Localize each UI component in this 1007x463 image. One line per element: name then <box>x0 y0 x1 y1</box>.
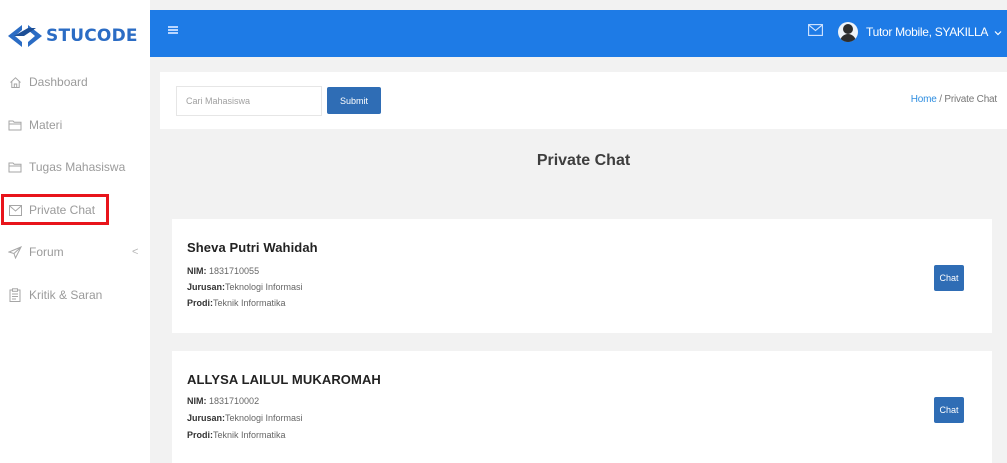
sidebar-item-label: Kritik & Saran <box>29 288 103 302</box>
chevron-left-icon[interactable]: < <box>132 246 138 258</box>
student-prodi: Prodi:Teknik Informatika <box>187 430 286 440</box>
avatar[interactable] <box>838 22 858 42</box>
top-navbar: Tutor Mobile, SYAKILLA <box>150 10 1007 57</box>
submit-button[interactable]: Submit <box>327 87 381 114</box>
mail-icon[interactable] <box>808 23 823 41</box>
sidebar: STUCODE Dashboard Materi Tugas Mahasiswa… <box>0 0 150 463</box>
sidebar-item-tugas-mahasiswa[interactable]: Tugas Mahasiswa <box>8 155 125 179</box>
folder-icon <box>8 160 22 174</box>
code-brackets-icon <box>8 25 42 47</box>
search-panel: Submit Home / Private Chat <box>160 72 1007 129</box>
hamburger-icon[interactable] <box>168 26 178 34</box>
sidebar-item-label: Dashboard <box>29 75 88 89</box>
home-icon <box>8 75 22 89</box>
sidebar-item-materi[interactable]: Materi <box>8 113 62 137</box>
brand-logo[interactable]: STUCODE <box>8 14 144 58</box>
student-prodi: Prodi:Teknik Informatika <box>187 298 286 308</box>
student-nim: NIM: 1831710055 <box>187 266 260 276</box>
sidebar-item-label: Tugas Mahasiswa <box>29 160 126 174</box>
student-nim: NIM: 1831710002 <box>187 396 260 406</box>
folder-icon <box>8 118 22 132</box>
chat-button[interactable]: Chat <box>934 397 964 423</box>
student-name: Sheva Putri Wahidah <box>187 240 318 255</box>
breadcrumb-current: Private Chat <box>944 94 997 105</box>
user-name: Tutor Mobile, SYAKILLA <box>866 25 988 39</box>
sidebar-item-forum[interactable]: Forum < <box>8 240 138 264</box>
breadcrumb: Home / Private Chat <box>911 94 997 105</box>
highlight-box <box>1 194 109 225</box>
student-card: ALLYSA LAILUL MUKAROMAH NIM: 1831710002 … <box>172 351 992 463</box>
chevron-down-icon <box>994 30 1001 36</box>
breadcrumb-home-link[interactable]: Home <box>911 94 937 105</box>
student-jurusan: Jurusan:Teknologi Informasi <box>187 413 303 423</box>
user-menu[interactable]: Tutor Mobile, SYAKILLA <box>866 25 1002 39</box>
search-input[interactable] <box>176 86 322 116</box>
page-title: Private Chat <box>536 152 631 169</box>
student-card: Sheva Putri Wahidah NIM: 1831710055 Juru… <box>172 219 992 333</box>
student-jurusan: Jurusan:Teknologi Informasi <box>187 282 303 292</box>
clipboard-icon <box>8 288 22 302</box>
sidebar-item-dashboard[interactable]: Dashboard <box>8 70 88 94</box>
send-icon <box>8 245 22 259</box>
student-name: ALLYSA LAILUL MUKAROMAH <box>187 372 381 387</box>
sidebar-item-label: Forum <box>29 245 64 259</box>
sidebar-item-kritik-saran[interactable]: Kritik & Saran <box>8 283 102 307</box>
sidebar-item-label: Materi <box>29 118 63 132</box>
brand-name: STUCODE <box>46 26 138 46</box>
chat-button[interactable]: Chat <box>934 265 964 291</box>
